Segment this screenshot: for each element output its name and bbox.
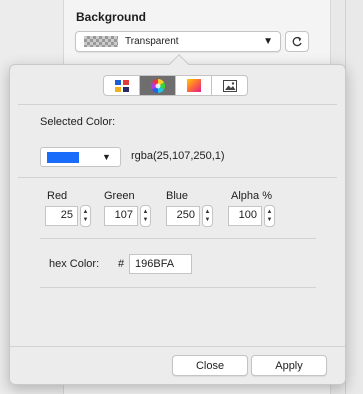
background-select-value: Transparent: [125, 36, 179, 47]
red-label: Red: [47, 190, 68, 202]
divider: [18, 177, 337, 178]
color-swatch-dropdown[interactable]: ▼: [40, 147, 121, 167]
blue-label: Blue: [166, 190, 189, 202]
palette-grid-icon: [114, 79, 129, 92]
alpha-label: Alpha %: [231, 190, 272, 202]
picker-mode-tabs: [103, 75, 248, 96]
tab-gradient[interactable]: [176, 76, 212, 95]
divider: [18, 104, 337, 105]
image-icon: [222, 79, 237, 92]
color-wheel-icon: [150, 78, 165, 93]
green-label: Green: [104, 190, 135, 202]
chevron-down-icon: ▼: [102, 152, 111, 162]
hex-input[interactable]: 196BFA: [129, 254, 192, 274]
tab-palette[interactable]: [104, 76, 140, 95]
refresh-icon: [292, 36, 302, 46]
alpha-stepper[interactable]: ▲ ▼: [264, 205, 275, 227]
background-select[interactable]: Transparent ▼: [75, 31, 281, 52]
refresh-button[interactable]: [285, 31, 309, 52]
chevron-down-icon: ▼: [263, 36, 273, 47]
apply-button[interactable]: Apply: [251, 355, 327, 376]
tab-color-wheel[interactable]: [140, 76, 176, 95]
blue-stepper[interactable]: ▲ ▼: [202, 205, 213, 227]
color-swatch: [47, 151, 79, 163]
divider: [40, 238, 316, 239]
gradient-icon: [186, 79, 201, 92]
footer-divider: [10, 346, 345, 347]
close-button[interactable]: Close: [172, 355, 248, 376]
selected-color-label: Selected Color:: [40, 116, 116, 128]
divider: [40, 287, 316, 288]
transparent-swatch: [84, 36, 118, 47]
red-input[interactable]: 25: [45, 206, 78, 226]
alpha-input[interactable]: 100: [228, 206, 262, 226]
blue-input[interactable]: 250: [166, 206, 200, 226]
background-title: Background: [76, 10, 147, 24]
green-input[interactable]: 107: [104, 206, 138, 226]
green-stepper[interactable]: ▲ ▼: [140, 205, 151, 227]
rgba-value: rgba(25,107,250,1): [131, 150, 225, 162]
red-stepper[interactable]: ▲ ▼: [80, 205, 91, 227]
color-picker-popover: Selected Color: ▼ rgba(25,107,250,1) Red…: [9, 54, 346, 385]
tab-image[interactable]: [212, 76, 247, 95]
hex-color-label: hex Color:: [49, 258, 100, 270]
hex-prefix: #: [118, 258, 125, 270]
